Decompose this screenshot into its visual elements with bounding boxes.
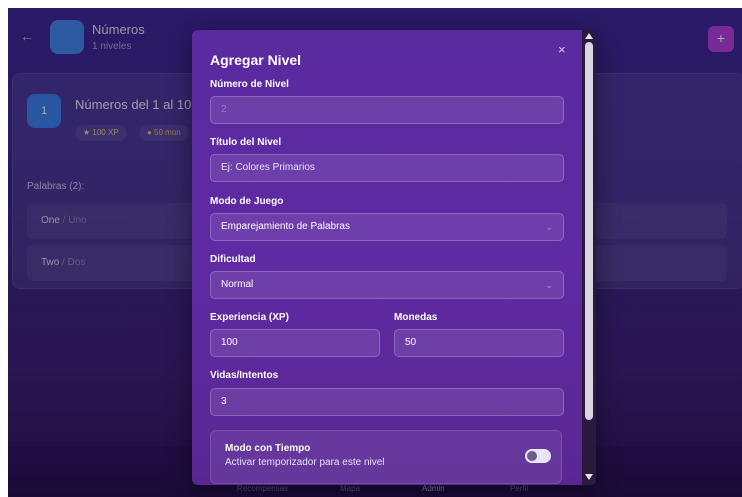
game-mode-value: Emparejamiento de Palabras	[221, 221, 350, 232]
game-mode-select[interactable]: Emparejamiento de Palabras ⌄	[210, 213, 564, 241]
toggle-knob	[527, 451, 537, 461]
level-title-label: Título del Nivel	[210, 137, 282, 148]
level-number-input[interactable]: 2	[210, 96, 564, 124]
close-icon[interactable]: ×	[558, 42, 566, 57]
level-title-input[interactable]: Ej: Colores Primarios	[210, 154, 564, 182]
timer-toggle[interactable]	[525, 449, 551, 463]
modal-scrollbar[interactable]	[582, 30, 596, 485]
timer-mode-panel: Modo con Tiempo Activar temporizador par…	[210, 430, 562, 484]
timer-mode-title: Modo con Tiempo	[225, 443, 311, 454]
chevron-down-icon: ⌄	[545, 280, 553, 290]
level-number-label: Número de Nivel	[210, 79, 289, 90]
coins-input[interactable]: 50	[394, 329, 564, 357]
add-level-modal: Agregar Nivel × Número de Nivel 2 Título…	[192, 30, 596, 485]
timer-mode-subtitle: Activar temporizador para este nivel	[225, 457, 385, 468]
xp-label: Experiencia (XP)	[210, 312, 289, 323]
difficulty-value: Normal	[221, 279, 254, 290]
scroll-up-arrow-icon[interactable]	[585, 33, 593, 39]
coins-label: Monedas	[394, 312, 438, 323]
scroll-thumb[interactable]	[585, 42, 593, 420]
scroll-down-arrow-icon[interactable]	[585, 474, 593, 480]
difficulty-select[interactable]: Normal ⌄	[210, 271, 564, 299]
xp-input[interactable]: 100	[210, 329, 380, 357]
game-mode-label: Modo de Juego	[210, 196, 284, 207]
lives-label: Vidas/Intentos	[210, 370, 279, 381]
chevron-down-icon: ⌄	[545, 222, 553, 232]
difficulty-label: Dificultad	[210, 254, 256, 265]
lives-input[interactable]: 3	[210, 388, 564, 416]
modal-title: Agregar Nivel	[210, 52, 302, 68]
